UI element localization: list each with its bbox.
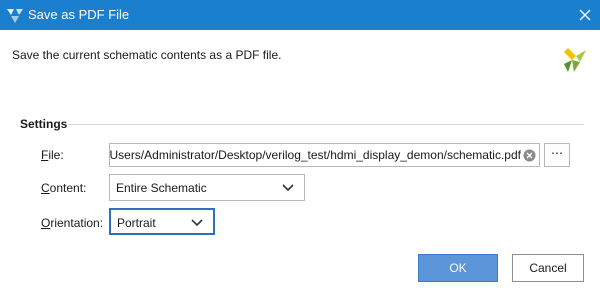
file-path-input[interactable]: C:/Users/Administrator/Desktop/verilog_t…	[109, 143, 540, 167]
window-title: Save as PDF File	[28, 7, 130, 22]
settings-heading: Settings	[20, 117, 68, 131]
xilinx-logo-icon	[6, 6, 24, 24]
orientation-label: Orientation:	[41, 216, 103, 230]
clear-icon[interactable]	[523, 149, 536, 162]
settings-divider	[68, 124, 584, 125]
browse-button[interactable]: ⋯	[544, 143, 570, 167]
content-select[interactable]: Entire Schematic	[109, 174, 305, 201]
close-icon	[579, 9, 591, 21]
settings-panel: Settings File: C:/Users/Administrator/De…	[0, 100, 600, 296]
content-label-mnemonic: C	[41, 181, 50, 195]
dialog-description: Save the current schematic contents as a…	[12, 48, 282, 62]
file-label-text: ile:	[48, 148, 64, 162]
content-label-text: ontent:	[49, 181, 87, 195]
file-path-value: C:/Users/Administrator/Desktop/verilog_t…	[109, 148, 521, 162]
content-label: Content:	[41, 181, 86, 195]
xilinx-logo-icon	[556, 42, 590, 76]
ok-button[interactable]: OK	[418, 254, 498, 282]
chevron-down-icon	[191, 219, 203, 227]
orientation-selected-value: Portrait	[117, 216, 156, 230]
cancel-button[interactable]: Cancel	[512, 254, 584, 282]
file-label: File:	[41, 148, 64, 162]
save-as-pdf-dialog: Save as PDF File Save the current schema…	[0, 0, 600, 296]
close-button[interactable]	[570, 0, 600, 30]
orientation-label-text: rientation:	[50, 216, 104, 230]
content-selected-value: Entire Schematic	[116, 181, 207, 195]
dialog-header: Save the current schematic contents as a…	[0, 30, 600, 100]
title-bar[interactable]: Save as PDF File	[0, 0, 600, 30]
orientation-label-mnemonic: O	[41, 216, 51, 230]
orientation-select[interactable]: Portrait	[109, 208, 215, 235]
chevron-down-icon	[282, 184, 294, 192]
